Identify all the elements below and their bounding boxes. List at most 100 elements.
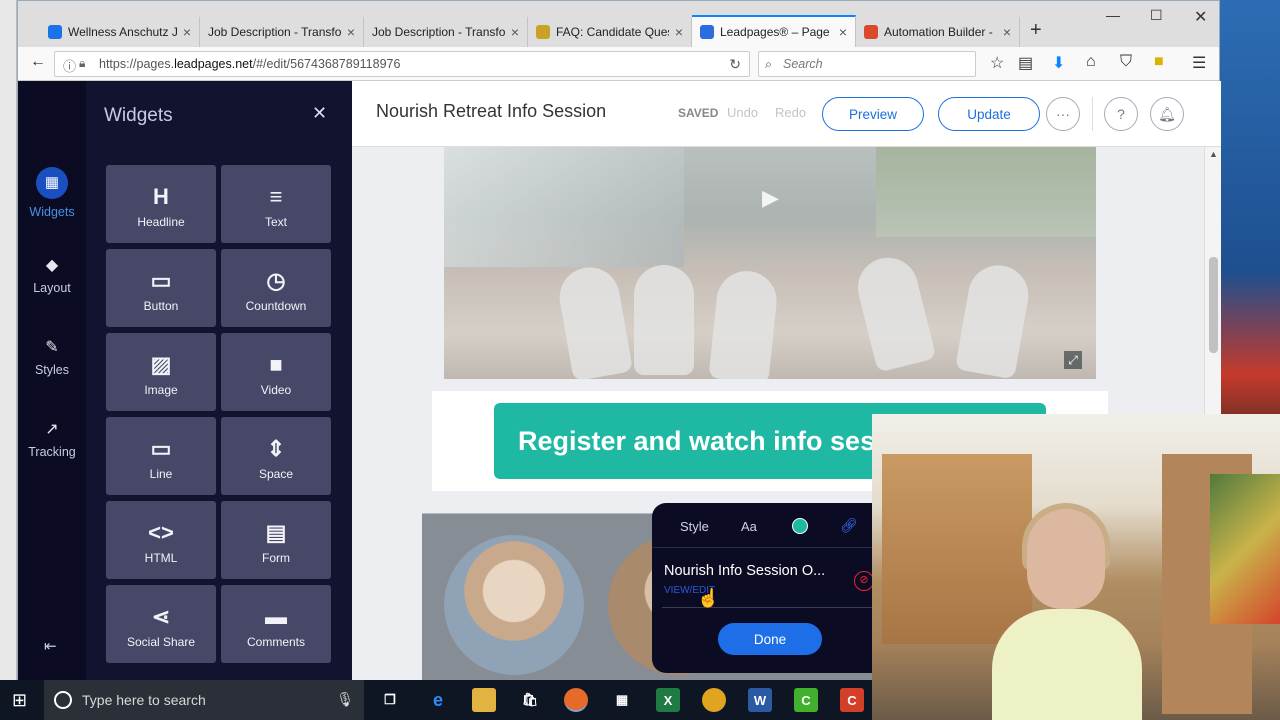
file-explorer-icon[interactable] (472, 688, 496, 712)
rail-label: Widgets (29, 205, 75, 219)
color-swatch[interactable] (792, 518, 808, 534)
widget-html[interactable]: <> HTML (106, 501, 216, 579)
widget-social-share[interactable]: ⋖ Social Share (106, 585, 216, 663)
tab-favicon (700, 25, 714, 39)
close-tab-icon[interactable]: × (183, 24, 191, 40)
close-tab-icon[interactable]: × (511, 24, 519, 40)
close-icon[interactable]: ✕ (312, 103, 327, 124)
redo-button[interactable]: Redo (775, 105, 806, 120)
maximize-icon[interactable]: ☐ (1150, 7, 1163, 24)
widget-button[interactable]: ▭ Button (106, 249, 216, 327)
update-button[interactable]: Update (938, 97, 1040, 131)
browser-tab-1[interactable]: Wellness Anschutz Jo × (40, 17, 200, 47)
store-icon[interactable]: 🛍︎ (518, 688, 542, 712)
bell-icon[interactable]: 🔔︎ (1150, 97, 1184, 131)
back-icon[interactable]: ← (30, 53, 46, 71)
comment-icon: ▬ (265, 604, 287, 629)
task-view-icon[interactable]: ❐ (378, 688, 402, 712)
scroll-up-icon[interactable]: ▲ (1209, 149, 1218, 159)
close-tab-icon[interactable]: × (839, 24, 847, 40)
widget-video[interactable]: ■ Video (221, 333, 331, 411)
close-tab-icon[interactable]: × (675, 24, 683, 40)
bookmark-star-icon[interactable]: ☆ (990, 53, 1004, 73)
calculator-icon[interactable]: ▦ (610, 688, 634, 712)
windows-start-icon[interactable]: ⊞ (12, 690, 27, 711)
close-tab-icon[interactable]: × (1003, 24, 1011, 40)
close-window-icon[interactable]: ✕ (1194, 7, 1207, 27)
url-bar[interactable]: ⓘ 🔒︎ https://pages.leadpages.net/#/edit/… (54, 51, 750, 77)
tab-favicon (536, 25, 550, 39)
layers-icon: ◆ (45, 257, 59, 274)
app-icon[interactable]: C (840, 688, 864, 712)
browser-tab-5[interactable]: Leadpages® – Page E × (692, 15, 856, 47)
done-button[interactable]: Done (718, 623, 822, 655)
video-thumbnail[interactable]: ▶ ⤢ (444, 147, 1096, 379)
microphone-icon[interactable]: 🎙︎ (336, 691, 354, 708)
search-input[interactable]: ⌕ Search (758, 51, 976, 77)
tab-label: Leadpages® – Page E (720, 25, 833, 39)
tab-label: FAQ: Candidate Quest (556, 25, 669, 39)
browser-tab-6[interactable]: Automation Builder - × (856, 17, 1020, 47)
widget-text[interactable]: ≡ Text (221, 165, 331, 243)
rail-item-layout[interactable]: ◆ Layout (18, 255, 86, 295)
new-tab-icon[interactable]: + (1030, 19, 1042, 42)
search-icon: ⌕ (765, 57, 773, 71)
widget-label: Social Share (126, 635, 196, 649)
undo-button[interactable]: Undo (727, 105, 758, 120)
preview-button[interactable]: Preview (822, 97, 924, 131)
home-icon[interactable]: ⌂ (1086, 53, 1096, 71)
page-title[interactable]: Nourish Retreat Info Session (376, 101, 606, 122)
download-icon[interactable]: ⬇ (1052, 53, 1065, 73)
widget-line[interactable]: ▭ Line (106, 417, 216, 495)
scroll-thumb[interactable] (1209, 257, 1218, 353)
text-icon: ≡ (269, 184, 283, 209)
widget-comments[interactable]: ▬ Comments (221, 585, 331, 663)
taskbar-search[interactable]: Type here to search 🎙︎ (44, 680, 364, 720)
info-icon[interactable]: ⓘ (63, 56, 76, 75)
menu-icon[interactable]: ☰ (1192, 53, 1206, 73)
chrome-icon[interactable] (702, 688, 726, 712)
edge-icon[interactable]: e (426, 688, 450, 712)
link-icon[interactable]: 🔗︎ (840, 517, 858, 534)
reading-list-icon[interactable]: ▤ (1018, 53, 1033, 73)
reload-icon[interactable]: ↻ (729, 56, 741, 73)
browser-tab-3[interactable]: Job Description - Transfor × (364, 17, 528, 47)
extension-icon[interactable]: ■ (1154, 53, 1164, 71)
play-icon[interactable]: ▶ (762, 185, 779, 211)
help-icon[interactable]: ? (1104, 97, 1138, 131)
excel-icon[interactable]: X (656, 688, 680, 712)
desktop-left-edge (0, 0, 17, 680)
popup-divider (662, 607, 874, 608)
camtasia-icon[interactable]: C (794, 688, 818, 712)
minimize-icon[interactable]: — (1106, 7, 1120, 23)
font-tab[interactable]: Aa (741, 519, 757, 534)
style-tab[interactable]: Style (680, 519, 709, 534)
rail-item-styles[interactable]: ✎ Styles (18, 337, 86, 377)
widget-headline[interactable]: H Headline (106, 165, 216, 243)
tab-label: Job Description - Transfor (208, 25, 341, 39)
unlink-icon[interactable]: ⊘ (854, 571, 874, 591)
close-tab-icon[interactable]: × (347, 24, 355, 40)
widget-form[interactable]: ▤ Form (221, 501, 331, 579)
url-text: https://pages.leadpages.net/#/edit/56743… (99, 57, 401, 71)
expand-icon[interactable]: ⤢ (1064, 351, 1082, 369)
instructor-photo[interactable] (444, 535, 584, 675)
headline-icon: H (153, 184, 169, 209)
windows-taskbar: ⊞ Type here to search 🎙︎ ❐ e 🛍︎ ▦ X W C … (0, 680, 872, 720)
line-icon: ▭ (150, 436, 172, 461)
widget-image[interactable]: ▨ Image (106, 333, 216, 411)
more-options-icon[interactable]: ··· (1046, 97, 1080, 131)
rail-item-widgets[interactable]: ▦ Widgets (18, 167, 86, 219)
firefox-icon[interactable] (564, 688, 588, 712)
word-icon[interactable]: W (748, 688, 772, 712)
exit-icon[interactable]: ⇤ (44, 637, 57, 655)
pocket-icon[interactable]: ⛉ (1120, 53, 1132, 71)
widget-space[interactable]: ⇕ Space (221, 417, 331, 495)
cortana-icon (54, 691, 72, 709)
widget-countdown[interactable]: ◷ Countdown (221, 249, 331, 327)
painting (1210, 474, 1280, 624)
widget-label: Space (258, 467, 294, 481)
rail-item-tracking[interactable]: ↗ Tracking (18, 419, 86, 459)
browser-tab-4[interactable]: FAQ: Candidate Quest × (528, 17, 692, 47)
browser-tab-2[interactable]: Job Description - Transfor × (200, 17, 364, 47)
